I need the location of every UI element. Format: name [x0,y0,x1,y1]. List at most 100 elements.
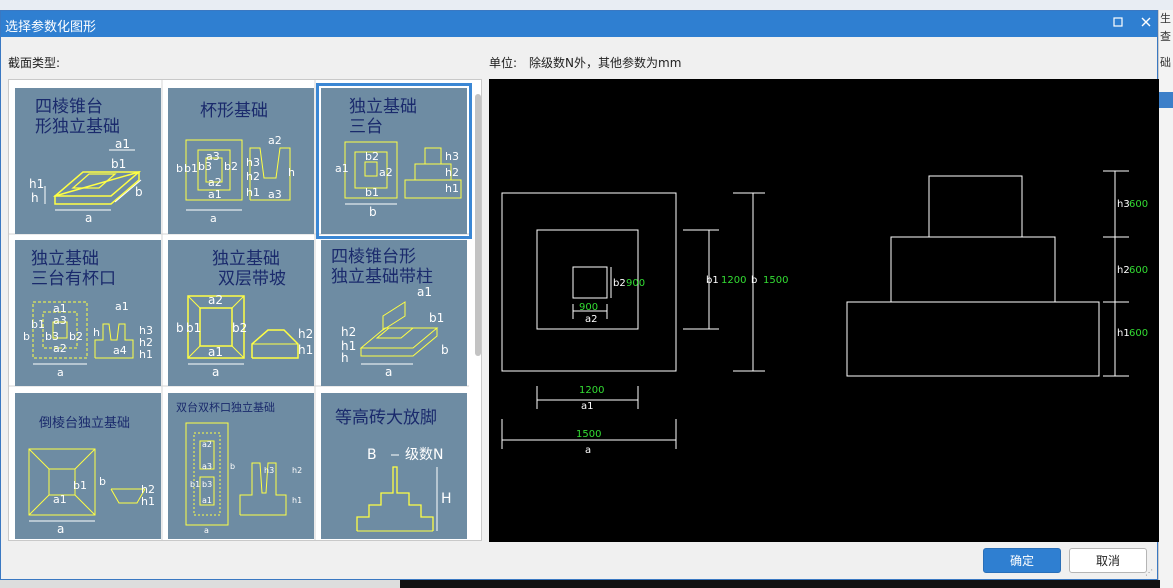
svg-text:a: a [212,365,219,379]
svg-text:b1: b1 [111,157,126,171]
svg-text:a1: a1 [208,188,222,201]
dialog-title: 选择参数化图形 [5,20,97,35]
svg-text:b: b [135,185,143,199]
shape-thumb-double-slope[interactable]: 独立基础 双层带坡 a2 b b1 b2 a1 a h2 h1 [168,240,314,386]
svg-text:a1: a1 [115,300,129,313]
dim-b-label: b [751,275,757,286]
shape-thumb-cup-foundation[interactable]: 杯形基础 b b1 b3 b2 a3 a2 a1 a a2 h3 h2 h1 h… [168,88,314,234]
svg-text:a3: a3 [268,188,282,201]
svg-text:b2: b2 [232,321,247,335]
dim-h2-label: h2 [1117,265,1130,276]
close-icon [1141,17,1151,27]
preview-drawing: 1200 a1 1500 a 900 a2 b2 900 b1 1200 b 1… [501,170,1148,456]
pyramid-frustum-drawing: 四棱锥台 形独立基础 a b a1 b1 h1 h [29,97,143,225]
maximize-icon [1113,17,1123,27]
elev-step-3 [928,175,1023,238]
dim-a-label: a [585,445,591,456]
svg-text:独立基础: 独立基础 [31,249,99,269]
elev-step-1 [846,301,1100,377]
svg-text:a2: a2 [379,166,393,179]
section-type-label: 截面类型: [8,56,61,70]
svg-text:b1: b1 [31,318,45,331]
shape-thumb-brick-footing[interactable]: 等高砖大放脚 B 级数N H [321,393,467,539]
svg-text:b2: b2 [365,150,379,163]
svg-text:三台: 三台 [349,117,383,137]
inverted-frustum-drawing: 倒棱台独立基础 b1 a1 b h2 h1 a [28,415,155,536]
svg-text:a: a [85,211,92,225]
svg-text:h2: h2 [298,327,313,341]
svg-text:a: a [57,522,64,536]
svg-text:h1: h1 [292,496,302,505]
svg-text:h2: h2 [445,166,459,179]
svg-text:h1: h1 [246,186,260,199]
shape-gallery: 四棱锥台 形独立基础 a b a1 b1 h1 h 杯形基础 b b1 b3 b… [8,79,482,541]
svg-text:b2: b2 [69,330,83,343]
svg-text:b1: b1 [429,311,444,325]
svg-text:a1: a1 [202,496,212,505]
cancel-button[interactable]: 取消 [1069,548,1147,573]
three-step-foundation-drawing: 独立基础 三台 a1 b2 a2 b1 b h3 h2 h1 [335,97,462,219]
svg-text:形独立基础: 形独立基础 [35,117,120,137]
dim-h3-value: 600 [1129,199,1148,210]
plan-outer-rect [501,192,677,372]
svg-text:b: b [369,205,377,219]
svg-text:h: h [31,191,39,205]
shape-thumb-three-step-foundation[interactable]: 独立基础 三台 a1 b2 a2 b1 b h3 h2 h1 [316,83,472,239]
svg-text:b: b [99,475,106,488]
dim-b-value: 1500 [763,275,788,286]
shape-thumb-pyramid-with-column[interactable]: 四棱锥台形 独立基础带柱 a1 b1 h2 h1 h b a [321,240,467,386]
svg-text:h1: h1 [139,348,153,361]
unit-description: 除级数N外，其他参数为mm [529,56,682,70]
dim-b2-value: 900 [626,278,645,289]
shape-thumb-pyramid-frustum[interactable]: 四棱锥台 形独立基础 a b a1 b1 h1 h [15,88,161,234]
dim-b1-label: b1 [706,275,719,286]
svg-text:b: b [176,321,184,335]
svg-text:a3: a3 [53,314,67,327]
svg-text:独立基础: 独立基础 [349,97,417,117]
close-button[interactable] [1135,13,1157,35]
gallery-scrollbar[interactable] [474,80,481,540]
svg-text:a: a [210,212,217,225]
svg-text:h3: h3 [246,156,260,169]
parametric-shape-dialog: 选择参数化图形 截面类型: 单位: 除级数N外，其他参数为mm 四棱锥台 形独立基… [0,10,1159,580]
background-bottom [0,580,1160,588]
shape-thumb-inverted-frustum[interactable]: 倒棱台独立基础 b1 a1 b h2 h1 a [15,393,161,539]
svg-text:级数N: 级数N [405,447,443,463]
svg-text:a4: a4 [113,344,127,357]
double-cup-drawing: 双台双杯口独立基础 a2 a3 b1 b3 a1 b h3 h2 h1 a [176,400,302,535]
unit-label: 单位: [489,56,518,70]
resize-grip-icon[interactable]: ⋰ [1145,568,1153,577]
svg-text:a: a [57,366,64,379]
svg-text:h: h [93,326,100,339]
gallery-scroll-thumb[interactable] [475,94,481,356]
svg-text:a1: a1 [417,285,432,299]
dim-b1-value: 1200 [721,275,746,286]
svg-text:h1: h1 [298,343,313,357]
ok-button[interactable]: 确定 [983,548,1061,573]
svg-text:三台有杯口: 三台有杯口 [31,269,116,289]
pyramid-with-column-drawing: 四棱锥台形 独立基础带柱 a1 b1 h2 h1 h b a [331,247,449,379]
svg-text:h: h [341,351,349,365]
svg-text:b3: b3 [202,480,212,489]
dim-a-value: 1500 [576,429,601,440]
svg-text:等高砖大放脚: 等高砖大放脚 [335,408,437,428]
dim-a2-label: a2 [585,314,598,325]
shape-preview: 1200 a1 1500 a 900 a2 b2 900 b1 1200 b 1… [489,79,1159,542]
svg-text:倒棱台独立基础: 倒棱台独立基础 [39,415,130,431]
bg-text: 础 [1160,56,1171,69]
svg-text:b1: b1 [365,186,379,199]
svg-text:h3: h3 [445,150,459,163]
three-step-cup-drawing: 独立基础 三台有杯口 a1 a3 b1 b3 b2 a2 b a h a1 a4… [23,249,153,379]
svg-text:b: b [23,330,30,343]
svg-text:a3: a3 [206,150,220,163]
svg-text:h1: h1 [141,495,155,508]
dim-a1-value: 1200 [579,385,604,396]
maximize-button[interactable] [1107,13,1129,35]
dim-a2-value: 900 [579,302,598,313]
svg-text:h: h [288,166,295,179]
shape-thumb-three-step-cup[interactable]: 独立基础 三台有杯口 a1 a3 b1 b3 b2 a2 b a h a1 a4… [15,240,161,386]
svg-text:h2: h2 [292,466,302,475]
bg-text: 查 [1160,30,1171,43]
shape-thumb-double-cup[interactable]: 双台双杯口独立基础 a2 a3 b1 b3 a1 b h3 h2 h1 a [168,393,314,539]
svg-text:H: H [441,491,452,507]
